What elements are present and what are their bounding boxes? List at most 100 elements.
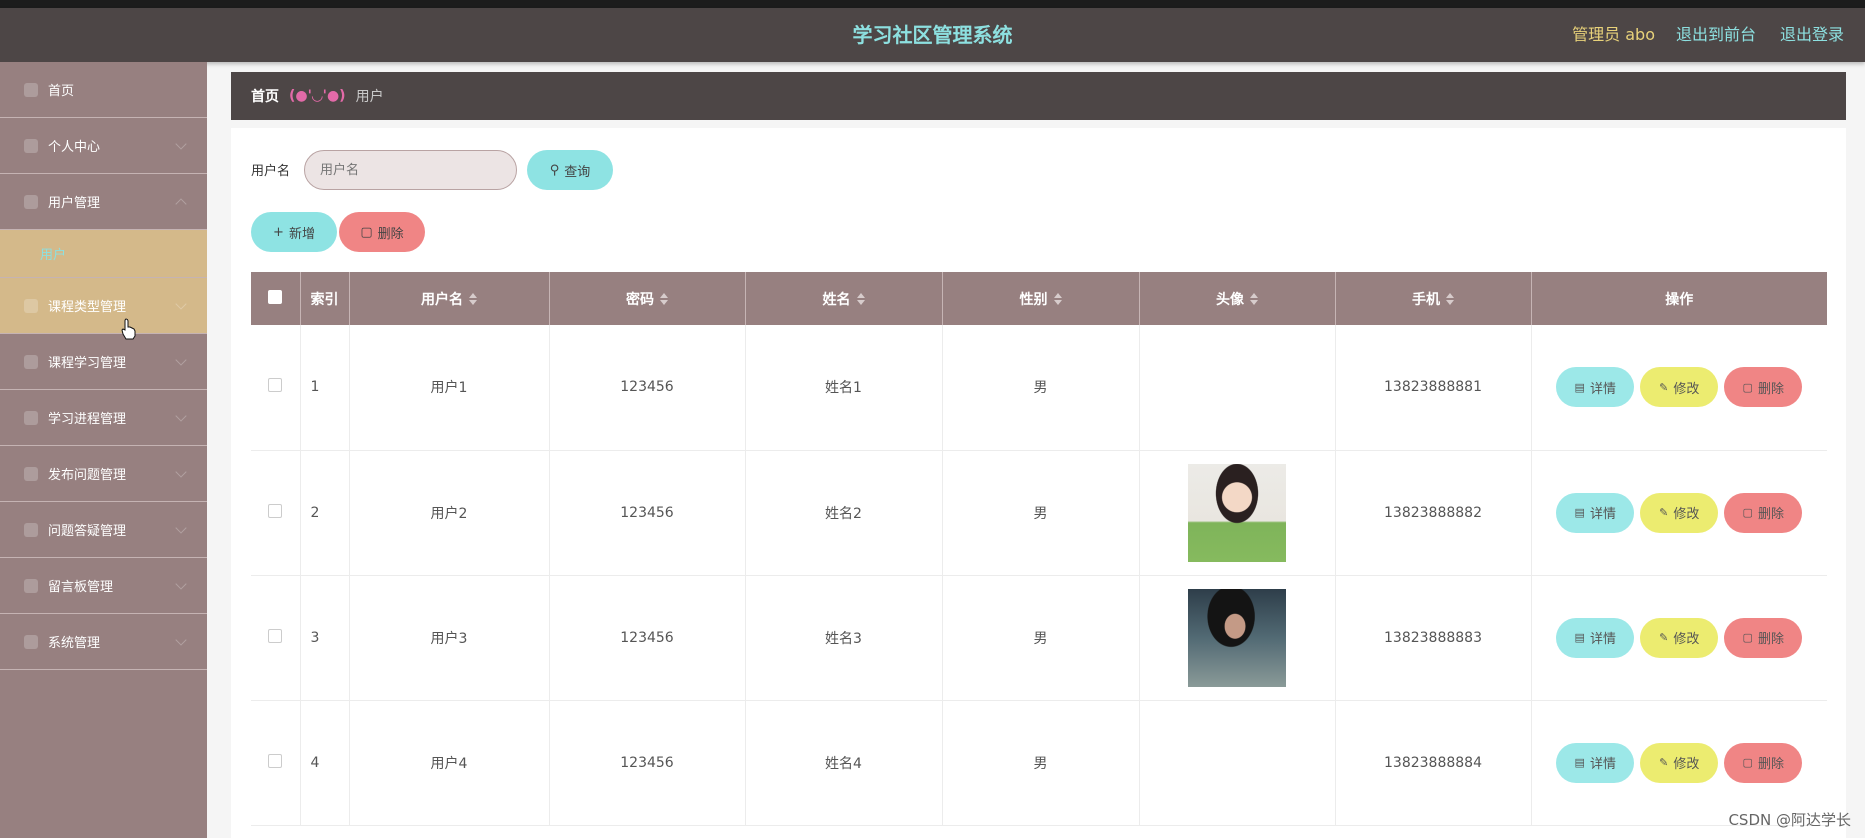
avatar [1188,338,1286,436]
row-avatar-cell [1138,450,1335,576]
row-checkbox[interactable] [268,753,283,768]
row-index: 1 [299,325,349,451]
row-avatar-cell [1138,325,1335,451]
row-phone: 13823888883 [1334,575,1531,701]
sort-icon[interactable] [469,292,477,305]
sidebar-item-learning-progress-management[interactable]: 学习进程管理 [0,390,207,446]
sidebar-item-course-type-management[interactable]: 课程类型管理 [0,278,207,334]
sidebar-item-label: 发布问题管理 [48,468,127,483]
flag-icon [24,466,38,481]
row-avatar-cell [1138,700,1335,826]
detail-button[interactable]: ▤ 详情 [1556,742,1635,783]
chevron-down-icon [175,138,187,150]
main-content: 首页 (●'◡'●) 用户 用户名 ⚲ 查询 + 新增 ▢ 删除 索引 [231,72,1846,838]
breadcrumb-separator: (●'◡'●) [289,88,346,104]
delete-button[interactable]: ▢ 删除 [1724,367,1803,408]
row-username: 用户2 [348,450,549,576]
chevron-down-icon [175,298,187,310]
trash-icon: ▢ [360,224,373,240]
table-row: 3 用户3 123456 姓名3 男 13823888883 ▤ 详情 ✎ 修改 ▢ 删除 [251,575,1827,701]
breadcrumb-current: 用户 [355,89,384,105]
delete-button[interactable]: ▢ 删除 [1724,492,1803,533]
detail-button[interactable]: ▤ 详情 [1556,617,1635,658]
sidebar-item-course-study-management[interactable]: 课程学习管理 [0,334,207,390]
globe-icon [24,298,38,313]
compass-icon [24,354,38,369]
sort-icon[interactable] [660,292,668,305]
row-name: 姓名4 [744,700,942,826]
row-checkbox[interactable] [268,503,283,518]
row-password: 123456 [548,325,745,451]
sidebar-item-qa-management[interactable]: 问题答疑管理 [0,502,207,558]
trash-icon: ▢ [1742,506,1753,519]
sidebar-item-system-management[interactable]: 系统管理 [0,614,207,670]
query-button-label: 查询 [564,164,591,180]
document-icon: ▤ [1574,380,1585,394]
search-icon: ⚲ [549,162,560,178]
row-username: 用户4 [348,700,549,826]
search-username-input[interactable] [304,150,517,190]
app-header: 学习社区管理系统 管理员 abo 退出到前台 退出登录 [0,8,1865,62]
row-name: 姓名2 [744,450,942,576]
edit-button[interactable]: ✎ 修改 [1640,492,1719,533]
column-header-phone[interactable]: 手机 [1334,272,1531,325]
chevron-down-icon [175,466,187,478]
sort-icon[interactable] [1250,292,1258,305]
row-actions: ▤ 详情 ✎ 修改 ▢ 删除 [1530,450,1827,576]
row-gender: 男 [941,450,1139,576]
row-password: 123456 [548,450,745,576]
detail-button[interactable]: ▤ 详情 [1556,492,1635,533]
pencil-icon: ✎ [1659,506,1669,519]
sidebar-item-label: 用户管理 [48,196,101,211]
sidebar-item-message-board-management[interactable]: 留言板管理 [0,558,207,614]
sidebar-item-label: 系统管理 [48,636,101,651]
home-icon [24,82,38,97]
admin-label: 管理员 abo [1572,25,1655,44]
column-header-avatar[interactable]: 头像 [1138,272,1335,325]
chevron-up-icon [175,198,187,210]
sidebar-item-label: 用户 [40,248,67,263]
document-icon: ▤ [1574,506,1585,519]
delete-button[interactable]: ▢ 删除 [1724,742,1803,783]
query-button[interactable]: ⚲ 查询 [527,150,613,190]
column-header-gender[interactable]: 性别 [941,272,1139,325]
row-avatar-cell [1138,575,1335,701]
exit-to-front-link[interactable]: 退出到前台 [1676,8,1756,62]
pencil-icon: ✎ [1659,380,1669,394]
plus-icon: + [273,224,284,240]
sidebar-item-question-posting-management[interactable]: 发布问题管理 [0,446,207,502]
sidebar-item-personal-center[interactable]: 个人中心 [0,118,207,174]
column-header-username[interactable]: 用户名 [348,272,549,325]
row-username: 用户1 [348,325,549,451]
edit-button[interactable]: ✎ 修改 [1640,617,1719,658]
sort-icon[interactable] [1053,292,1062,305]
list-panel: 用户名 ⚲ 查询 + 新增 ▢ 删除 索引 用户名 密码 [231,128,1846,838]
user-table: 索引 用户名 密码 姓名 性别 头像 手机 操作 1 用户1 123456 姓名… [251,272,1827,826]
sidebar-item-user-management[interactable]: 用户管理 [0,174,207,230]
row-checkbox[interactable] [268,628,283,643]
row-phone: 13823888882 [1334,450,1531,576]
edit-button[interactable]: ✎ 修改 [1640,742,1719,783]
edit-button[interactable]: ✎ 修改 [1640,367,1719,408]
sort-icon[interactable] [856,292,865,305]
sidebar-item-home[interactable]: 首页 [0,62,207,118]
batch-delete-button[interactable]: ▢ 删除 [339,212,425,252]
column-header-password[interactable]: 密码 [548,272,745,325]
sort-icon[interactable] [1446,292,1454,305]
chevron-down-icon [175,354,187,366]
top-strip [0,0,1865,8]
add-button[interactable]: + 新增 [251,212,337,252]
logout-link[interactable]: 退出登录 [1780,8,1844,62]
select-all-cell[interactable] [251,272,300,325]
breadcrumb-home[interactable]: 首页 [251,86,279,106]
sidebar-item-label: 问题答疑管理 [48,524,127,539]
row-checkbox[interactable] [268,378,283,393]
delete-button[interactable]: ▢ 删除 [1724,617,1803,658]
sidebar: 首页 个人中心 用户管理 用户 课程类型管理 课程学习管理 学习进程管理 发布问… [0,62,207,838]
sidebar-item-label: 课程学习管理 [48,356,127,371]
select-all-checkbox[interactable] [268,289,283,304]
detail-button[interactable]: ▤ 详情 [1556,367,1635,408]
sidebar-subitem-users[interactable]: 用户 [0,230,207,278]
row-password: 123456 [548,700,745,826]
column-header-name[interactable]: 姓名 [744,272,942,325]
